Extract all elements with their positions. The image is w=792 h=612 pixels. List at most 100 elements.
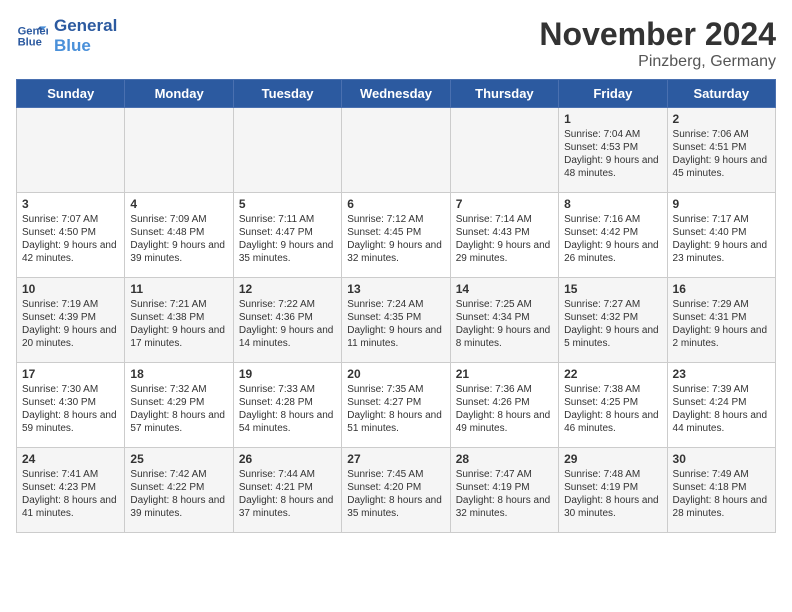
calendar-cell: 15Sunrise: 7:27 AMSunset: 4:32 PMDayligh… xyxy=(559,278,667,363)
day-info: Daylight: 8 hours and 44 minutes. xyxy=(673,409,770,435)
calendar-cell: 3Sunrise: 7:07 AMSunset: 4:50 PMDaylight… xyxy=(17,193,125,278)
day-number: 29 xyxy=(564,452,661,466)
day-info: Daylight: 9 hours and 2 minutes. xyxy=(673,324,770,350)
day-number: 23 xyxy=(673,367,770,381)
calendar-cell: 8 Sunrise: 7:16 AMSunset: 4:42 PMDaylight… xyxy=(559,193,667,278)
day-info: Sunset: 4:32 PM xyxy=(564,311,661,324)
logo-general: General xyxy=(54,16,117,36)
day-info: Sunrise: 7:21 AM xyxy=(130,298,227,311)
day-info: Daylight: 8 hours and 51 minutes. xyxy=(347,409,444,435)
title-area: November 2024 Pinzberg, Germany xyxy=(539,16,776,71)
day-info: Sunrise: 7:04 AM xyxy=(564,128,661,141)
calendar-cell: 11Sunrise: 7:21 AMSunset: 4:38 PMDayligh… xyxy=(125,278,233,363)
day-header-thursday: Thursday xyxy=(450,80,558,108)
day-header-tuesday: Tuesday xyxy=(233,80,341,108)
calendar-cell: 4Sunrise: 7:09 AMSunset: 4:48 PMDaylight… xyxy=(125,193,233,278)
day-number: 4 xyxy=(130,197,227,211)
day-info: Daylight: 9 hours and 14 minutes. xyxy=(239,324,336,350)
day-info: Daylight: 8 hours and 28 minutes. xyxy=(673,494,770,520)
day-info: Sunset: 4:43 PM xyxy=(456,226,553,239)
day-info: Sunrise: 7:22 AM xyxy=(239,298,336,311)
calendar-cell: 17Sunrise: 7:30 AMSunset: 4:30 PMDayligh… xyxy=(17,363,125,448)
calendar-cell: 27Sunrise: 7:45 AMSunset: 4:20 PMDayligh… xyxy=(342,448,450,533)
calendar-cell xyxy=(342,108,450,193)
day-info: Sunset: 4:27 PM xyxy=(347,396,444,409)
day-number: 22 xyxy=(564,367,661,381)
day-number: 8 xyxy=(564,197,661,211)
day-number: 5 xyxy=(239,197,336,211)
calendar-week-row: 24Sunrise: 7:41 AMSunset: 4:23 PMDayligh… xyxy=(17,448,776,533)
day-info: Sunrise: 7:30 AM xyxy=(22,383,119,396)
calendar-cell xyxy=(233,108,341,193)
day-number: 10 xyxy=(22,282,119,296)
day-number: 26 xyxy=(239,452,336,466)
day-info: Daylight: 9 hours and 35 minutes. xyxy=(239,239,336,265)
calendar-cell: 25Sunrise: 7:42 AMSunset: 4:22 PMDayligh… xyxy=(125,448,233,533)
day-info: Sunset: 4:39 PM xyxy=(22,311,119,324)
day-info: Daylight: 8 hours and 49 minutes. xyxy=(456,409,553,435)
day-info: Daylight: 9 hours and 42 minutes. xyxy=(22,239,119,265)
calendar-cell: 5Sunrise: 7:11 AMSunset: 4:47 PMDaylight… xyxy=(233,193,341,278)
day-info: Daylight: 9 hours and 45 minutes. xyxy=(673,154,770,180)
calendar-cell: 9Sunrise: 7:17 AMSunset: 4:40 PMDaylight… xyxy=(667,193,775,278)
day-info: Daylight: 9 hours and 11 minutes. xyxy=(347,324,444,350)
calendar-cell: 6Sunrise: 7:12 AMSunset: 4:45 PMDaylight… xyxy=(342,193,450,278)
day-info: Daylight: 9 hours and 32 minutes. xyxy=(347,239,444,265)
day-info: Daylight: 9 hours and 26 minutes. xyxy=(564,239,661,265)
day-info: Sunset: 4:51 PM xyxy=(673,141,770,154)
calendar-cell: 23Sunrise: 7:39 AMSunset: 4:24 PMDayligh… xyxy=(667,363,775,448)
day-info: Daylight: 9 hours and 39 minutes. xyxy=(130,239,227,265)
calendar-cell: 30Sunrise: 7:49 AMSunset: 4:18 PMDayligh… xyxy=(667,448,775,533)
day-info: Daylight: 8 hours and 54 minutes. xyxy=(239,409,336,435)
day-info: Daylight: 9 hours and 8 minutes. xyxy=(456,324,553,350)
day-info: Sunrise: 7:16 AM xyxy=(564,213,661,226)
day-info: Sunset: 4:23 PM xyxy=(22,481,119,494)
day-info: Sunset: 4:26 PM xyxy=(456,396,553,409)
day-info: Sunset: 4:21 PM xyxy=(239,481,336,494)
day-info: Sunset: 4:18 PM xyxy=(673,481,770,494)
day-info: Daylight: 9 hours and 20 minutes. xyxy=(22,324,119,350)
day-info: Sunrise: 7:14 AM xyxy=(456,213,553,226)
day-number: 13 xyxy=(347,282,444,296)
day-info: Sunrise: 7:38 AM xyxy=(564,383,661,396)
day-info: Daylight: 9 hours and 29 minutes. xyxy=(456,239,553,265)
day-number: 16 xyxy=(673,282,770,296)
day-info: Sunrise: 7:45 AM xyxy=(347,468,444,481)
day-number: 30 xyxy=(673,452,770,466)
day-info: Sunrise: 7:06 AM xyxy=(673,128,770,141)
day-info: Sunset: 4:42 PM xyxy=(564,226,661,239)
day-info: Daylight: 8 hours and 59 minutes. xyxy=(22,409,119,435)
day-info: Sunrise: 7:36 AM xyxy=(456,383,553,396)
calendar-cell: 19Sunrise: 7:33 AMSunset: 4:28 PMDayligh… xyxy=(233,363,341,448)
day-header-saturday: Saturday xyxy=(667,80,775,108)
day-info: Sunset: 4:38 PM xyxy=(130,311,227,324)
day-number: 3 xyxy=(22,197,119,211)
day-info: Sunset: 4:45 PM xyxy=(347,226,444,239)
day-info: Sunrise: 7:41 AM xyxy=(22,468,119,481)
day-info: Sunrise: 7:29 AM xyxy=(673,298,770,311)
day-info: Sunrise: 7:39 AM xyxy=(673,383,770,396)
day-header-monday: Monday xyxy=(125,80,233,108)
calendar-cell: 14Sunrise: 7:25 AMSunset: 4:34 PMDayligh… xyxy=(450,278,558,363)
day-info: Sunrise: 7:27 AM xyxy=(564,298,661,311)
day-info: Sunset: 4:35 PM xyxy=(347,311,444,324)
day-info: Sunset: 4:53 PM xyxy=(564,141,661,154)
day-number: 17 xyxy=(22,367,119,381)
day-header-friday: Friday xyxy=(559,80,667,108)
calendar-cell: 1Sunrise: 7:04 AMSunset: 4:53 PMDaylight… xyxy=(559,108,667,193)
calendar-cell: 24Sunrise: 7:41 AMSunset: 4:23 PMDayligh… xyxy=(17,448,125,533)
day-info: Sunrise: 7:11 AM xyxy=(239,213,336,226)
day-number: 12 xyxy=(239,282,336,296)
calendar-cell: 2Sunrise: 7:06 AMSunset: 4:51 PMDaylight… xyxy=(667,108,775,193)
day-number: 15 xyxy=(564,282,661,296)
day-info: Sunrise: 7:12 AM xyxy=(347,213,444,226)
day-info: Sunset: 4:28 PM xyxy=(239,396,336,409)
day-info: Sunrise: 7:48 AM xyxy=(564,468,661,481)
day-info: Sunrise: 7:17 AM xyxy=(673,213,770,226)
calendar-cell: 18Sunrise: 7:32 AMSunset: 4:29 PMDayligh… xyxy=(125,363,233,448)
calendar-cell xyxy=(450,108,558,193)
day-info: Sunset: 4:36 PM xyxy=(239,311,336,324)
day-info: Daylight: 8 hours and 57 minutes. xyxy=(130,409,227,435)
calendar-cell: 7Sunrise: 7:14 AMSunset: 4:43 PMDaylight… xyxy=(450,193,558,278)
day-info: Sunrise: 7:44 AM xyxy=(239,468,336,481)
